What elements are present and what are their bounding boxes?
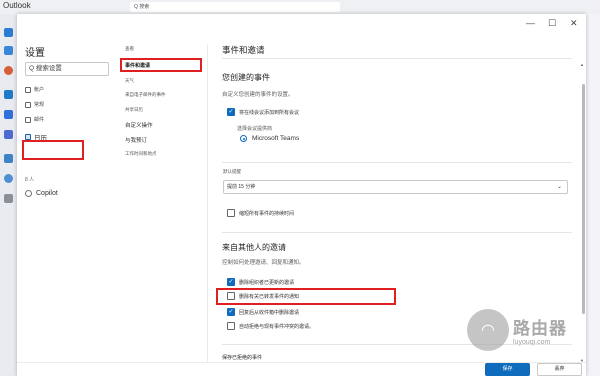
nav-item-label: Copilot	[36, 190, 58, 197]
reminder-label: 默认提醒	[223, 169, 241, 174]
scrollbar-thumb[interactable]	[582, 84, 585, 314]
divider	[222, 162, 572, 163]
section-desc-others: 控制如何处理邀请、回复和通知。	[222, 260, 305, 266]
org-icon[interactable]	[4, 154, 13, 163]
copilot-icon	[25, 190, 32, 197]
mail-icon	[25, 116, 31, 123]
reminder-dropdown[interactable]: 提前 15 分钟 ⌄	[223, 180, 568, 194]
mail-icon[interactable]	[4, 28, 13, 37]
section-title-created: 您创建的事件	[222, 73, 270, 82]
subnav-bookings[interactable]: 与我预订	[125, 136, 147, 144]
section-title-declined: 保存已拒绝的事件	[222, 355, 263, 361]
checkbox-add-online-meeting[interactable]: ✓ 将在线会议添加到所有会议	[227, 108, 299, 116]
subnav-view[interactable]: 查看	[125, 46, 134, 52]
calendar-icon	[25, 134, 31, 140]
watermark-url: luyouqi.com	[513, 339, 551, 346]
checkbox-label: 删除组织者已更新的邀请	[239, 279, 295, 286]
subnav-shared-calendars[interactable]: 共享日历	[125, 107, 143, 113]
checkbox-checked-icon[interactable]: ✓	[227, 108, 235, 116]
checkbox-checked-icon[interactable]: ✓	[227, 308, 235, 316]
checkbox-icon[interactable]	[227, 322, 235, 330]
checkbox-label: 回复后从收件箱中删除邀请	[239, 309, 300, 316]
more-apps-icon[interactable]	[4, 194, 13, 203]
checkbox-label: 将在线会议添加到所有会议	[239, 109, 300, 116]
checkbox-icon[interactable]	[227, 292, 235, 300]
nav-item-mail[interactable]: 邮件	[25, 116, 44, 123]
checkbox-label: 缩短所有事件的持续时间	[239, 210, 295, 217]
nav-item-label: 邮件	[34, 117, 45, 123]
provider-label: 选择会议提供商	[237, 126, 273, 132]
section-title-others: 来自其他人的邀请	[222, 243, 286, 252]
divider	[222, 58, 572, 59]
page-title: 事件和邀请	[222, 45, 265, 55]
chevron-down-icon: ⌄	[556, 184, 562, 190]
nav-item-general[interactable]: 常规	[25, 101, 44, 108]
background-message-list	[586, 14, 600, 376]
people-icon[interactable]	[4, 90, 13, 99]
app-search-input[interactable]: Q 搜索	[130, 2, 340, 12]
checkbox-delete-updated[interactable]: ✓ 删除组织者已更新的邀请	[227, 278, 294, 286]
radio-label: Microsoft Teams	[252, 135, 300, 142]
app-titlebar: Outlook Q 搜索	[0, 0, 600, 14]
dropdown-value: 提前 15 分钟	[227, 184, 256, 190]
nav-item-people[interactable]: 8 人	[25, 176, 34, 183]
todo-icon[interactable]	[4, 110, 13, 119]
subnav-custom-actions[interactable]: 自定义操作	[125, 121, 153, 129]
settings-search-input[interactable]: Q 搜索设置	[25, 62, 109, 76]
cloud-icon[interactable]	[4, 174, 13, 183]
watermark-title: 路由器	[513, 319, 567, 338]
calendar-icon[interactable]	[4, 46, 13, 55]
radio-microsoft-teams[interactable]: Microsoft Teams	[240, 135, 299, 142]
nav-item-label: 帐户	[34, 87, 45, 93]
settings-title: 设置	[25, 48, 45, 59]
teams-icon[interactable]	[4, 130, 13, 139]
section-desc-created: 自定义您创建的事件的设置。	[222, 92, 294, 98]
app-rail	[0, 14, 17, 376]
checkbox-checked-icon[interactable]: ✓	[227, 278, 235, 286]
discard-button[interactable]: 丢弃	[537, 363, 582, 376]
radio-selected-icon[interactable]	[240, 135, 247, 142]
checkbox-auto-decline[interactable]: 自动拒绝与现有事件冲突的邀请。	[227, 322, 314, 330]
checkbox-label: 自动拒绝与现有事件冲突的邀请。	[239, 323, 315, 330]
apps-icon[interactable]	[4, 66, 13, 75]
checkbox-delete-after-reply[interactable]: ✓ 回复后从收件箱中删除邀请	[227, 308, 299, 316]
checkbox-icon[interactable]	[227, 209, 235, 217]
watermark: ◠ 路由器 luyouqi.com	[467, 309, 567, 351]
subnav-events-from-email[interactable]: 来自电子邮件的事件	[125, 92, 166, 98]
subnav-work-hours[interactable]: 工作时间和地点	[125, 151, 157, 157]
save-button[interactable]: 保存	[485, 363, 530, 376]
subnav-events-invitations[interactable]: 事件和邀请	[125, 62, 150, 69]
nav-item-label: 日历	[34, 135, 47, 142]
nav-item-label: 常规	[34, 102, 45, 108]
settings-icon	[25, 101, 31, 108]
subnav-weather[interactable]: 天气	[125, 78, 134, 84]
checkbox-delete-notice[interactable]: 删除有关已转发事件的通知	[227, 292, 299, 300]
app-title: Outlook	[3, 1, 31, 10]
scroll-up-icon[interactable]: ▲	[580, 62, 584, 67]
divider	[222, 232, 572, 233]
person-icon	[25, 86, 31, 93]
checkbox-shorten-events[interactable]: 缩短所有事件的持续时间	[227, 209, 294, 217]
nav-item-copilot[interactable]: Copilot	[25, 190, 58, 197]
nav-item-calendar[interactable]: 日历	[25, 132, 47, 142]
checkbox-label: 删除有关已转发事件的通知	[239, 293, 300, 300]
router-logo-icon: ◠	[467, 309, 509, 351]
nav-item-accounts[interactable]: 帐户	[25, 86, 44, 93]
